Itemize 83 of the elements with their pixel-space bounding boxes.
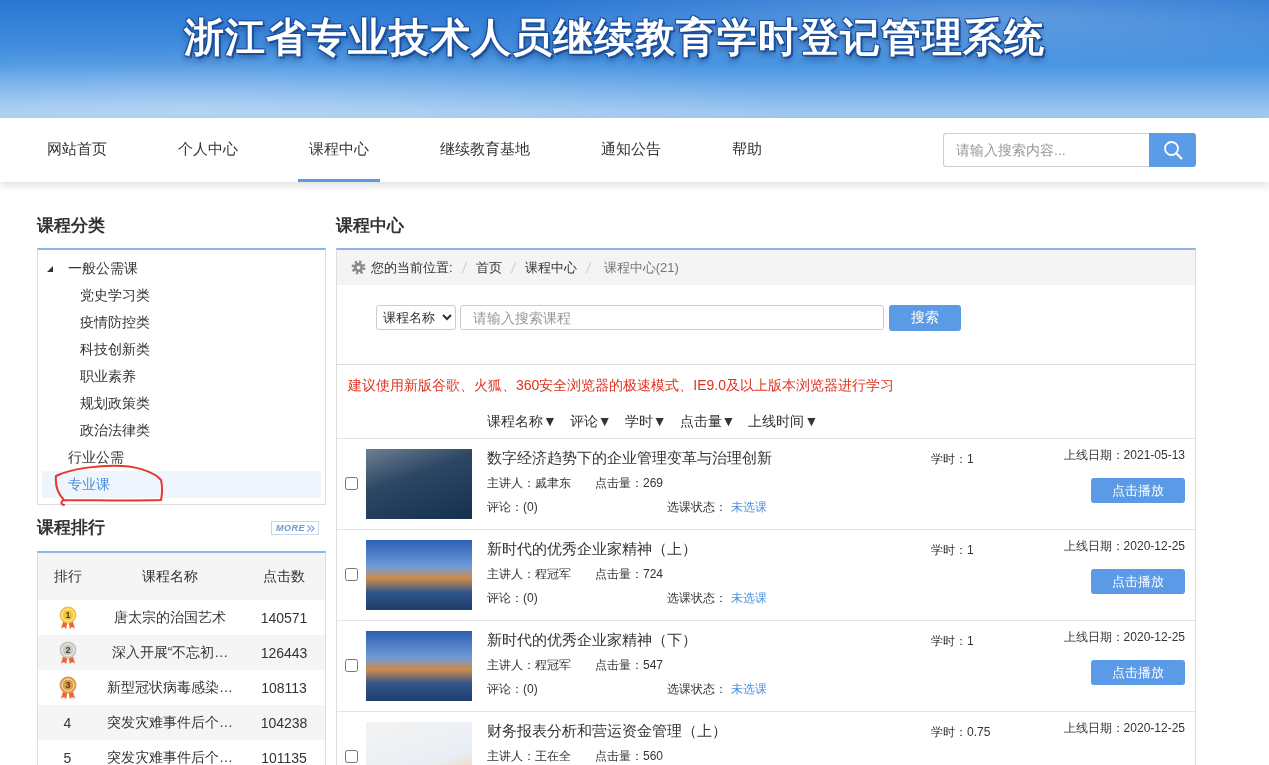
comment-count-text: 评论：(0) [487,681,539,697]
search-field[interactable]: 请输入搜索内容... [943,133,1149,167]
tree-item[interactable]: 政治法律类 [42,417,321,444]
course-hours-text: 学时：0.75 [931,725,991,739]
table-cell-text: 140571 [259,609,309,626]
click-count-text: 点击量：547 [595,657,664,673]
table-cell-text: 深入开展“不忘初… [110,643,230,662]
click-count-text: 点击量：724 [595,566,664,582]
table-cell-text: 突发灾难事件后个… [106,748,234,765]
lecturer-text: 主讲人：程冠军 [487,657,572,673]
tree-item[interactable]: 职业素养 [42,363,321,390]
breadcrumb-current: 课程中心(21) [603,258,679,277]
tree-item[interactable]: 科技创新类 [42,336,321,363]
nav-tab[interactable]: 个人中心 [167,118,249,182]
site-title: 浙江省专业技术人员继续教育学时登记管理系统 [184,14,1045,61]
section-title: 课程排行 [37,517,105,539]
status-link[interactable]: 未选课 [731,681,767,697]
course-title[interactable]: 新时代的优秀企业家精神（下） [487,630,931,650]
column-header: 排行 [52,567,83,586]
comment-count-text: 评论：(0) [487,499,539,515]
tree-item[interactable]: 行业公需 [42,444,321,471]
release-date-text: 上线日期：2021-05-13 [1063,447,1185,464]
sort-link[interactable]: 学时▼ [624,412,667,431]
browser-notice: 建议使用新版谷歌、火狐、360安全浏览器的极速模式、IE9.0及以上版本浏览器进行学习 [347,376,896,395]
table-cell-text: 126443 [259,644,309,661]
course-title[interactable]: 数字经济趋势下的企业管理变革与治理创新 [487,448,931,468]
column-header: 课程名称 [141,567,199,586]
sort-link[interactable]: 上线时间▼ [748,412,819,431]
breadcrumb-link[interactable]: 课程中心 [524,258,577,277]
search-icon [1162,140,1183,160]
status-link[interactable]: 未选课 [731,590,767,606]
click-count-text: 点击量：560 [595,748,664,764]
course-title[interactable]: 新时代的优秀企业家精神（上） [487,539,931,559]
course-hours-text: 学时：1 [931,452,974,466]
comment-count-text: 评论：(0) [487,590,539,606]
table-cell-text: 突发灾难事件后个… [106,713,234,732]
course-hours-text: 学时：1 [931,543,974,557]
table-cell-text: 104238 [259,714,309,731]
search-button[interactable] [1149,133,1196,167]
search-type-dropdown[interactable]: 课程名称 [376,305,456,330]
course-hours-text: 学时：1 [931,634,974,648]
section-title: 课程分类 [37,215,106,237]
sort-link[interactable]: 课程名称▼ [487,412,557,431]
status-label: 选课状态： [667,499,727,515]
lecturer-text: 主讲人：王在全 [487,748,572,764]
course-title[interactable]: 财务报表分析和营运资金管理（上） [487,721,931,741]
table-cell-text: 101135 [260,749,308,765]
tree-item[interactable]: 一般公需课 [42,255,321,282]
table-cell-text: 唐太宗的治国艺术 [113,608,227,627]
row-checkbox[interactable] [345,477,358,490]
click-count-text: 点击量：269 [595,475,664,491]
row-checkbox[interactable] [345,568,358,581]
nav-tab[interactable]: 课程中心 [298,118,380,182]
table-cell-text: 4 [62,714,73,731]
nav-tab[interactable]: 通知公告 [590,118,672,182]
release-date-text: 上线日期：2020-12-25 [1063,720,1185,737]
status-label: 选课状态： [667,590,727,606]
nav-tab[interactable]: 网站首页 [36,118,118,182]
sort-link[interactable]: 点击量▼ [679,412,736,431]
row-checkbox[interactable] [345,750,358,763]
row-checkbox[interactable] [345,659,358,672]
lecturer-text: 主讲人：程冠军 [487,566,572,582]
tree-item[interactable]: 疫情防控类 [42,309,321,336]
status-link[interactable]: 未选课 [731,499,767,515]
breadcrumb-link[interactable]: 首页 [475,258,502,277]
status-label: 选课状态： [667,681,727,697]
double-chevron-icon [307,524,315,532]
sort-link[interactable]: 评论▼ [569,412,612,431]
gear-icon [351,260,366,275]
section-title: 课程中心 [336,215,405,237]
column-header: 点击数 [262,567,306,586]
lecturer-text: 主讲人：戚聿东 [487,475,572,491]
nav-tab[interactable]: 帮助 [721,118,773,182]
nav-tab[interactable]: 继续教育基地 [429,118,541,182]
table-cell-text: 108113 [260,679,308,696]
release-date-text: 上线日期：2020-12-25 [1063,538,1185,555]
breadcrumb-label: 您的当前位置: [371,258,453,277]
release-date-text: 上线日期：2020-12-25 [1063,629,1185,646]
table-cell-text: 新型冠状病毒感染… [106,678,234,697]
course-search-field[interactable]: 请输入搜索课程 [460,305,884,330]
table-cell-text: 5 [62,749,73,765]
tree-item[interactable]: 党史学习类 [42,282,321,309]
tree-item[interactable]: 规划政策类 [42,390,321,417]
